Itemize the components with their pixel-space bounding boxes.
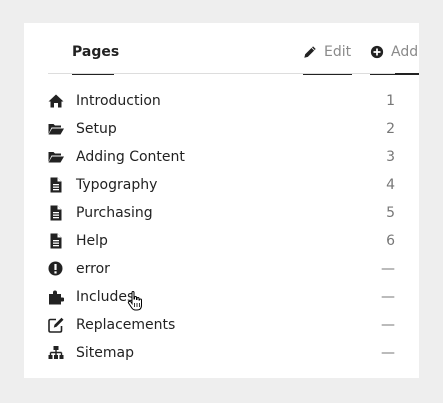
list-item-count: — bbox=[381, 317, 395, 333]
folder-open-icon bbox=[48, 124, 64, 135]
list-item[interactable]: Adding Content 3 bbox=[48, 143, 395, 171]
list-item-count: 1 bbox=[386, 93, 395, 109]
pages-panel: Pages Edit Add Introduction 1 Setup 2 Ad… bbox=[24, 23, 419, 378]
list-item-label: Includes bbox=[76, 289, 135, 305]
list-item[interactable]: Replacements — bbox=[48, 311, 395, 339]
list-item-count: 6 bbox=[386, 233, 395, 249]
list-item-label: Adding Content bbox=[76, 149, 185, 165]
edit-icon bbox=[48, 317, 64, 333]
list-item[interactable]: Introduction 1 bbox=[48, 87, 395, 115]
hand-cursor-icon bbox=[127, 291, 142, 311]
list-item-label: Help bbox=[76, 233, 108, 249]
file-text-icon bbox=[50, 233, 62, 249]
puzzle-icon bbox=[49, 290, 64, 305]
list-item-label: Purchasing bbox=[76, 205, 153, 221]
list-item[interactable]: error — bbox=[48, 255, 395, 283]
tab-add[interactable]: Add bbox=[370, 43, 419, 75]
pencil-icon bbox=[304, 46, 316, 58]
sitemap-icon bbox=[48, 346, 64, 359]
list-item-label: Replacements bbox=[76, 317, 176, 333]
folder-open-icon bbox=[48, 152, 64, 163]
file-text-icon bbox=[50, 177, 62, 193]
tab-edit-label: Edit bbox=[324, 44, 352, 60]
home-icon bbox=[48, 94, 64, 108]
list-item-label: error bbox=[76, 261, 110, 277]
list-item-count: — bbox=[381, 345, 395, 361]
tab-pages[interactable]: Pages bbox=[72, 43, 119, 75]
list-item[interactable]: Sitemap — bbox=[48, 339, 395, 367]
list-item-label: Setup bbox=[76, 121, 117, 137]
list-item[interactable]: Purchasing 5 bbox=[48, 199, 395, 227]
list-item[interactable]: Typography 4 bbox=[48, 171, 395, 199]
list-item-label: Sitemap bbox=[76, 345, 134, 361]
tab-edit[interactable]: Edit bbox=[303, 43, 352, 75]
exclamation-circle-icon bbox=[48, 261, 63, 276]
list-item[interactable]: Setup 2 bbox=[48, 115, 395, 143]
list-item[interactable]: Help 6 bbox=[48, 227, 395, 255]
list-item-label: Typography bbox=[76, 177, 158, 193]
list-item-count: — bbox=[381, 261, 395, 277]
tab-add-label: Add bbox=[391, 44, 419, 60]
list-item-count: 4 bbox=[386, 177, 395, 193]
list-item[interactable]: Includes — bbox=[48, 283, 395, 311]
tab-pages-label: Pages bbox=[72, 44, 120, 60]
list-item-label: Introduction bbox=[76, 93, 161, 109]
list-item-count: 3 bbox=[386, 149, 395, 165]
plus-circle-icon bbox=[370, 45, 384, 59]
list-item-count: 5 bbox=[386, 205, 395, 221]
tab-bar: Pages Edit Add bbox=[48, 23, 419, 75]
list-item-count: — bbox=[381, 289, 395, 305]
tab-divider bbox=[48, 73, 395, 74]
list-item-count: 2 bbox=[386, 121, 395, 137]
file-text-icon bbox=[50, 205, 62, 221]
